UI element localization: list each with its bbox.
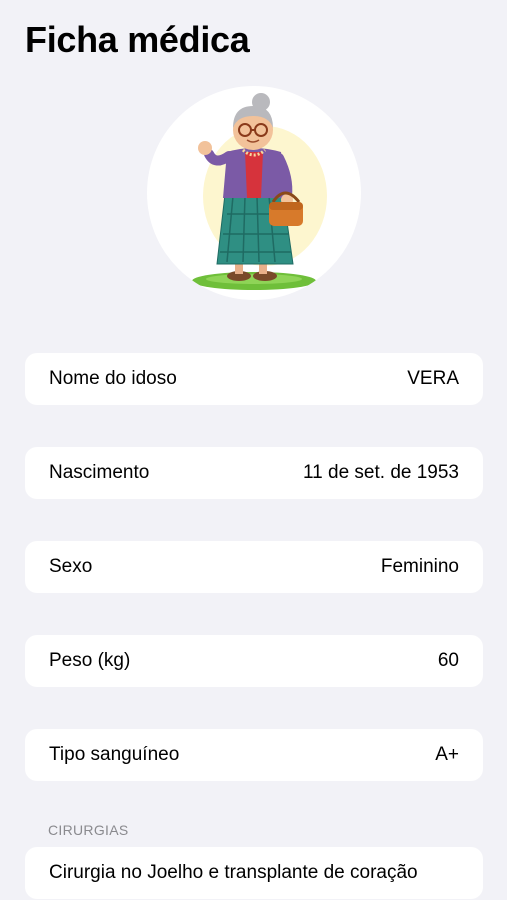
- section-header-surgeries: CIRURGIAS: [48, 822, 129, 838]
- surgeries-text: Cirurgia no Joelho e transplante de cora…: [49, 862, 418, 883]
- field-value: A+: [435, 744, 459, 765]
- field-label: Peso (kg): [49, 650, 131, 671]
- field-value: VERA: [407, 368, 459, 389]
- field-sex[interactable]: Sexo Feminino: [25, 541, 483, 593]
- field-value: 60: [437, 650, 459, 671]
- field-birth-date[interactable]: Nascimento 11 de set. de 1953: [25, 447, 483, 499]
- grandmother-illustration-icon: [192, 93, 327, 290]
- page-title: Ficha médica: [25, 19, 250, 60]
- surgeries-field[interactable]: Cirurgia no Joelho e transplante de cora…: [25, 847, 483, 899]
- field-value: 11 de set. de 1953: [303, 462, 459, 483]
- field-label: Tipo sanguíneo: [49, 744, 180, 765]
- field-label: Sexo: [49, 556, 93, 577]
- field-value: Feminino: [380, 556, 459, 577]
- field-weight[interactable]: Peso (kg) 60: [25, 635, 483, 687]
- avatar[interactable]: [147, 86, 361, 300]
- field-elderly-name[interactable]: Nome do idoso VERA: [25, 353, 483, 405]
- field-label: Nascimento: [49, 462, 150, 483]
- field-label: Nome do idoso: [49, 368, 177, 389]
- field-blood-type[interactable]: Tipo sanguíneo A+: [25, 729, 483, 781]
